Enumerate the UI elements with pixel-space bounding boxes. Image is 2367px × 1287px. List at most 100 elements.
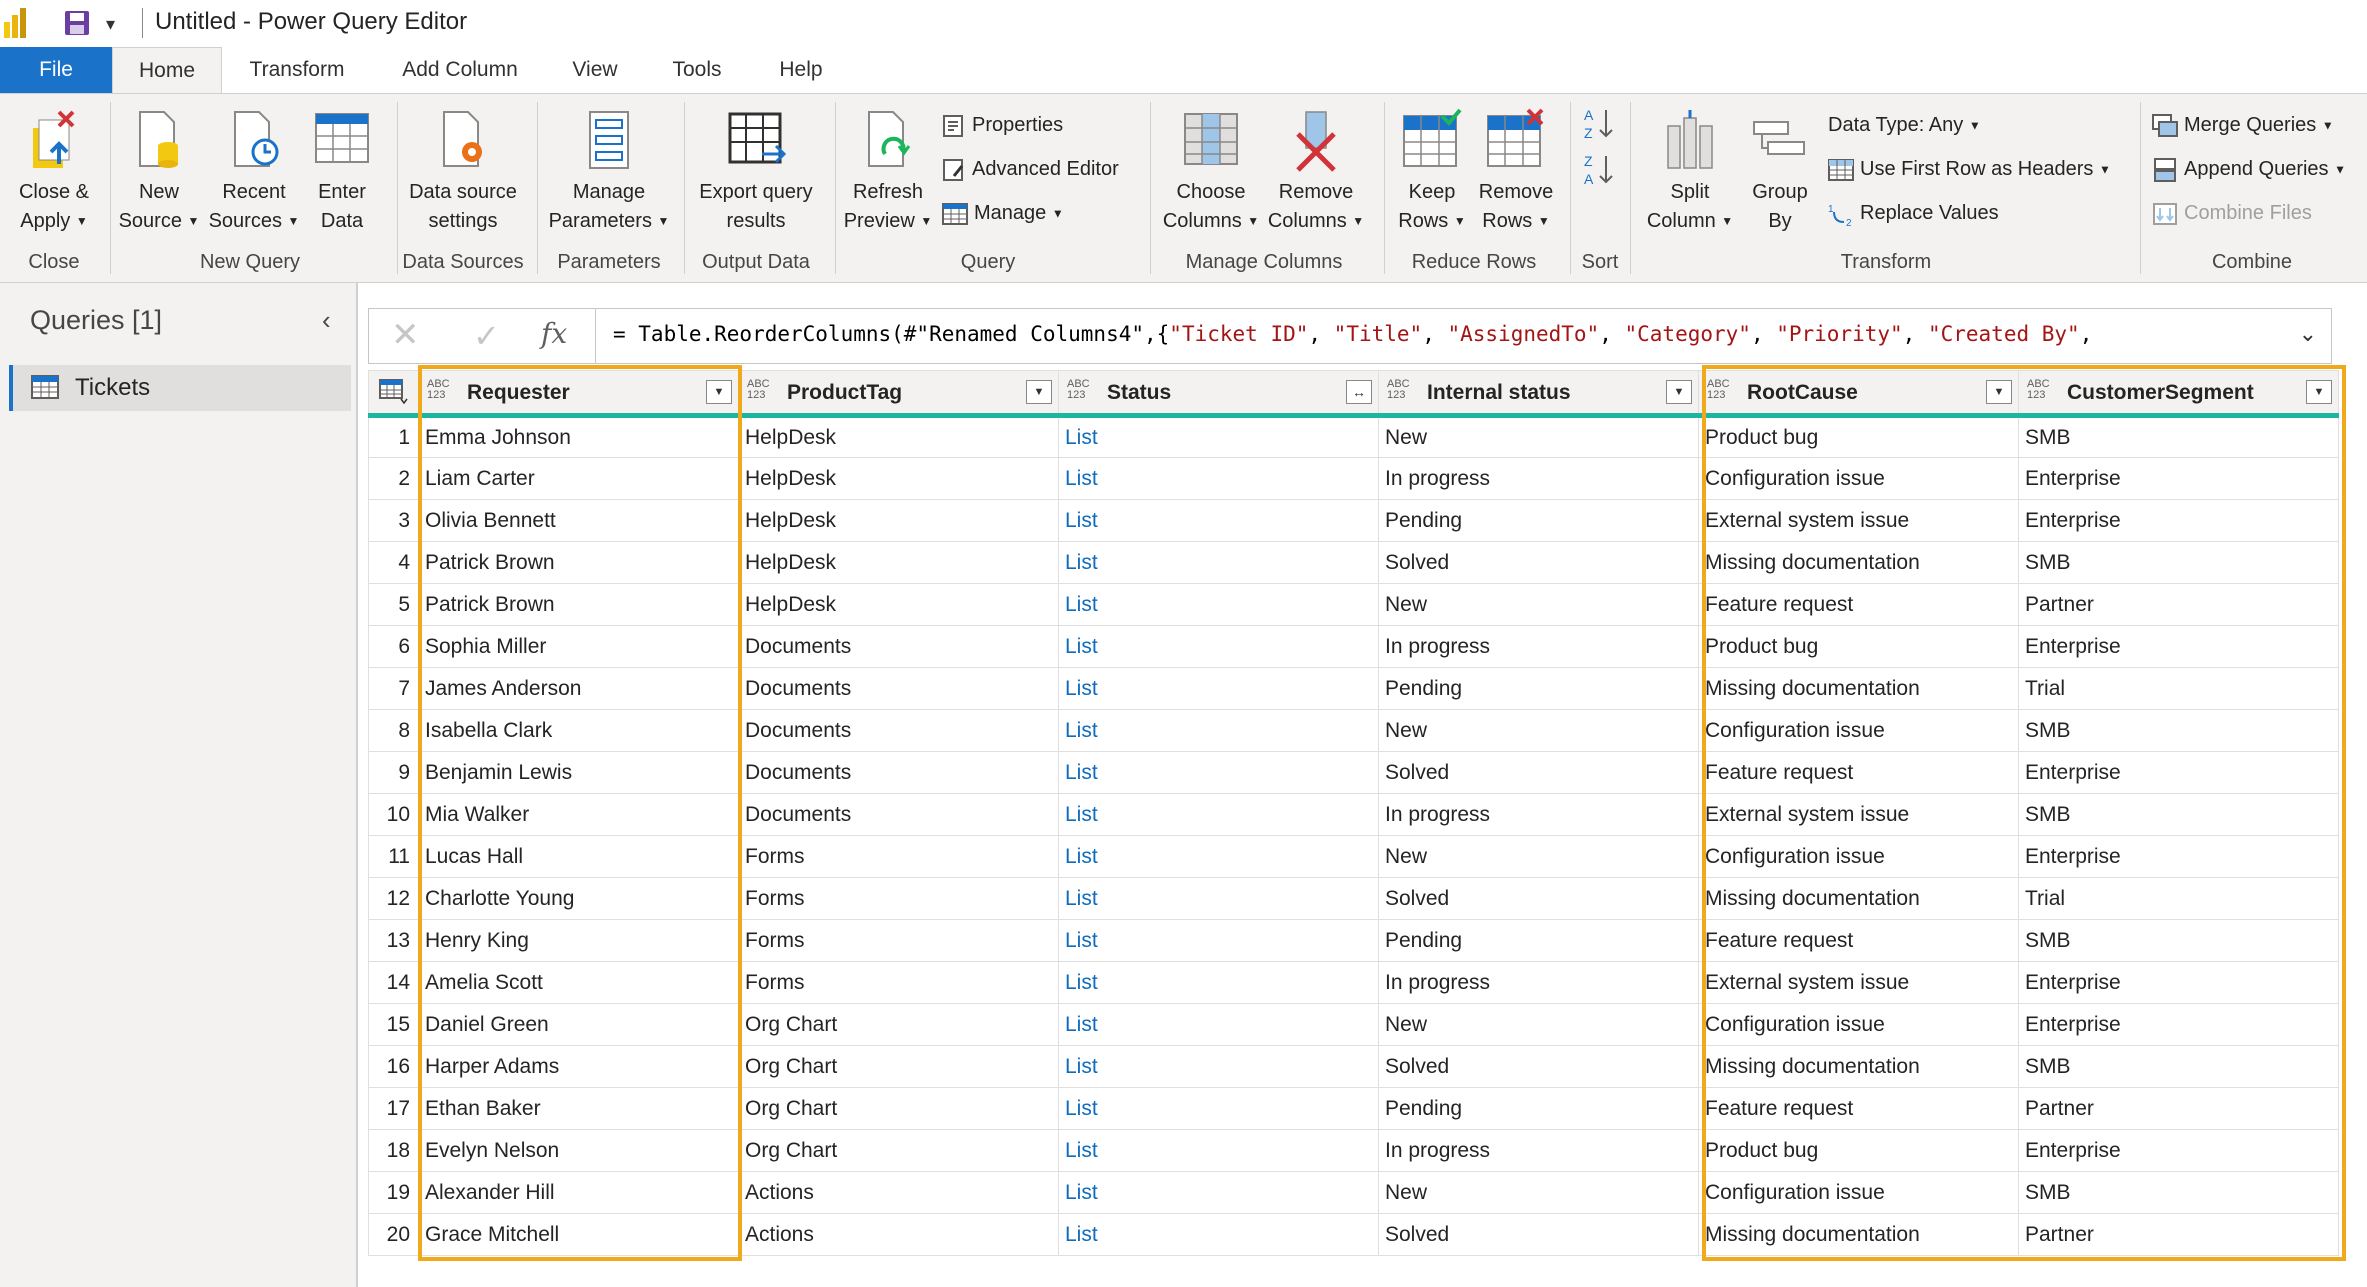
type-any-icon[interactable]: ABC 123 [1387,379,1410,401]
type-any-icon[interactable]: ABC 123 [1707,379,1730,401]
append-queries-button[interactable]: Append Queries ▼ [2152,154,2346,184]
tab-file[interactable]: File [0,47,112,93]
tab-home[interactable]: Home [112,47,222,95]
list-link-cell[interactable]: List [1058,499,1379,542]
sort-ascending-button[interactable]: AZ [1584,106,1614,141]
list-link-cell[interactable]: List [1058,1087,1379,1130]
type-any-icon[interactable]: ABC 123 [747,379,770,401]
enter-data-button[interactable]: Enter Data [304,108,380,236]
tab-add-column[interactable]: Add Column [385,47,535,93]
row-number[interactable]: 17 [368,1087,419,1130]
row-number[interactable]: 13 [368,919,419,962]
type-any-icon[interactable]: ABC 123 [427,379,450,401]
expand-column-icon[interactable]: ↔ [1346,380,1372,404]
list-link-cell[interactable]: List [1058,1045,1379,1088]
type-any-icon[interactable]: ABC 123 [2027,379,2050,401]
row-number[interactable]: 18 [368,1129,419,1172]
row-number[interactable]: 11 [368,835,419,878]
column-header-producttag[interactable]: ABC 123 ProductTag ▼ [738,370,1059,418]
list-link-cell[interactable]: List [1058,667,1379,710]
data-source-settings-button[interactable]: Data source settings [402,108,524,236]
column-header-rootcause[interactable]: ABC 123 RootCause ▼ [1698,370,2019,418]
merge-queries-button[interactable]: Merge Queries ▼ [2152,110,2334,140]
row-number[interactable]: 6 [368,625,419,668]
list-link-cell[interactable]: List [1058,541,1379,584]
close-apply-button[interactable]: Close & Apply ▼ [8,108,100,236]
split-column-button[interactable]: Split Column ▼ [1638,108,1742,236]
row-number[interactable]: 19 [368,1171,419,1214]
row-number[interactable]: 10 [368,793,419,836]
commit-formula-icon[interactable]: ✓ [473,317,500,355]
use-first-row-as-headers-button[interactable]: Use First Row as Headers ▼ [1828,154,2111,184]
filter-dropdown-icon[interactable]: ▼ [1986,380,2012,404]
row-number[interactable]: 16 [368,1045,419,1088]
data-type-dropdown[interactable]: Data Type: Any ▼ [1828,110,1981,140]
tab-view[interactable]: View [560,47,630,93]
remove-columns-button[interactable]: Remove Columns ▼ [1262,108,1370,236]
expand-formula-chevron-down-icon[interactable]: ⌄ [2299,321,2317,347]
tab-help[interactable]: Help [766,47,836,93]
filter-dropdown-icon[interactable]: ▼ [706,380,732,404]
list-link-cell[interactable]: List [1058,877,1379,920]
filter-dropdown-icon[interactable]: ▼ [1666,380,1692,404]
new-source-button[interactable]: New Source ▼ [114,108,204,236]
refresh-preview-button[interactable]: Refresh Preview ▼ [838,108,938,236]
list-link-cell[interactable]: List [1058,961,1379,1004]
column-header-status[interactable]: ABC 123 Status ↔ [1058,370,1379,418]
row-number[interactable]: 1 [368,415,419,458]
list-link-cell[interactable]: List [1058,625,1379,668]
properties-button[interactable]: Properties [942,110,1063,140]
row-number[interactable]: 3 [368,499,419,542]
tab-transform[interactable]: Transform [237,47,357,93]
row-number[interactable]: 5 [368,583,419,626]
save-icon[interactable] [64,10,90,36]
row-number[interactable]: 4 [368,541,419,584]
choose-columns-button[interactable]: Choose Columns ▼ [1158,108,1264,236]
list-link-cell[interactable]: List [1058,751,1379,794]
row-number[interactable]: 14 [368,961,419,1004]
cancel-formula-icon[interactable]: ✕ [391,315,420,355]
combine-files-button[interactable]: Combine Files [2152,198,2312,228]
group-by-button[interactable]: Group By [1744,108,1816,236]
list-link-cell[interactable]: List [1058,835,1379,878]
row-number[interactable]: 9 [368,751,419,794]
row-number[interactable]: 15 [368,1003,419,1046]
formula-input[interactable]: = Table.ReorderColumns(#"Renamed Columns… [613,322,2092,346]
row-number[interactable]: 7 [368,667,419,710]
recent-sources-button[interactable]: Recent Sources ▼ [206,108,302,236]
column-header-requester[interactable]: ABC 123 Requester ▼ [418,370,739,418]
list-link-cell[interactable]: List [1058,583,1379,626]
list-link-cell[interactable]: List [1058,709,1379,752]
insert-function-icon[interactable]: fx [541,317,567,350]
manage-parameters-button[interactable]: Manage Parameters ▼ [544,108,674,236]
tab-tools[interactable]: Tools [662,47,732,93]
list-link-cell[interactable]: List [1058,1129,1379,1172]
customize-quick-access-icon[interactable]: ▾ [106,14,115,35]
row-number[interactable]: 12 [368,877,419,920]
list-link-cell[interactable]: List [1058,415,1379,458]
export-query-results-button[interactable]: Export query results [690,108,822,236]
column-header-customersegment[interactable]: ABC 123 CustomerSegment ▼ [2018,370,2339,418]
list-link-cell[interactable]: List [1058,457,1379,500]
replace-values-button[interactable]: 1 2 Replace Values [1828,198,1999,228]
collapse-chevron-left-icon[interactable]: ‹ [322,305,331,336]
row-number[interactable]: 20 [368,1213,419,1256]
manage-query-button[interactable]: Manage ▼ [942,198,1064,228]
list-link-cell[interactable]: List [1058,1003,1379,1046]
query-item-tickets[interactable]: Tickets [9,365,351,411]
filter-dropdown-icon[interactable]: ▼ [2306,380,2332,404]
type-any-icon[interactable]: ABC 123 [1067,379,1090,401]
advanced-editor-button[interactable]: Advanced Editor [942,154,1119,184]
list-link-cell[interactable]: List [1058,793,1379,836]
table-corner-menu[interactable] [368,370,419,418]
remove-rows-button[interactable]: Remove Rows ▼ [1474,108,1558,236]
row-number[interactable]: 8 [368,709,419,752]
column-header-internal-status[interactable]: ABC 123 Internal status ▼ [1378,370,1699,418]
row-number[interactable]: 2 [368,457,419,500]
keep-rows-button[interactable]: Keep Rows ▼ [1392,108,1472,236]
list-link-cell[interactable]: List [1058,1171,1379,1214]
sort-descending-button[interactable]: ZA [1584,152,1614,187]
list-link-cell[interactable]: List [1058,919,1379,962]
filter-dropdown-icon[interactable]: ▼ [1026,380,1052,404]
list-link-cell[interactable]: List [1058,1213,1379,1256]
